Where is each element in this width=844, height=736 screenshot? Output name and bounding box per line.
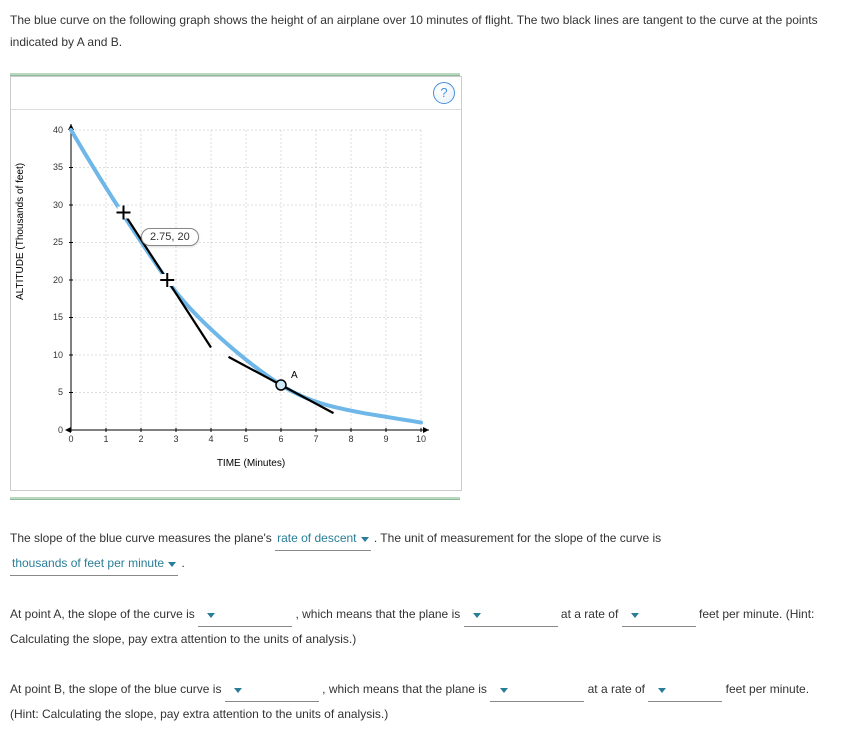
x-axis-arrow	[423, 427, 429, 433]
svg-text:6: 6	[278, 434, 283, 444]
svg-text:10: 10	[53, 350, 63, 360]
point-a-label: A	[291, 370, 298, 381]
q3-dropdown-3[interactable]	[648, 677, 722, 702]
svg-text:2: 2	[138, 434, 143, 444]
q2-dropdown-2[interactable]	[464, 602, 558, 627]
svg-text:5: 5	[243, 434, 248, 444]
svg-text:25: 25	[53, 237, 63, 247]
question-2: At point A, the slope of the curve is , …	[10, 602, 834, 651]
gridlines	[71, 130, 421, 430]
q2-dropdown-1[interactable]	[198, 602, 292, 627]
help-icon[interactable]: ?	[433, 82, 455, 104]
y-axis-label: ALTITUDE (Thousands of feet)	[15, 163, 26, 300]
svg-text:8: 8	[348, 434, 353, 444]
point-a-marker[interactable]	[276, 380, 286, 390]
graph-container: ?	[10, 76, 462, 491]
q3-mid2: at a rate of	[588, 682, 645, 696]
svg-text:3: 3	[173, 434, 178, 444]
svg-text:35: 35	[53, 162, 63, 172]
caret-icon	[658, 688, 666, 693]
svg-text:4: 4	[208, 434, 213, 444]
svg-text:0: 0	[68, 434, 73, 444]
hover-tooltip: 2.75, 20	[141, 228, 199, 246]
caret-icon	[500, 688, 508, 693]
q3-dropdown-2[interactable]	[490, 677, 584, 702]
caret-icon	[361, 537, 369, 542]
svg-text:9: 9	[383, 434, 388, 444]
graph-toolbar: ?	[11, 77, 461, 110]
y-ticks: 0 5 10 15 20 25 30 35 40	[53, 125, 63, 435]
q2-pre: At point A, the slope of the curve is	[10, 607, 195, 621]
q3-mid1: , which means that the plane is	[322, 682, 487, 696]
caret-icon	[631, 613, 639, 618]
q1-post: .	[181, 556, 184, 570]
question-1: The slope of the blue curve measures the…	[10, 526, 834, 576]
chart-svg[interactable]: 0 1 2 3 4 5 6 7 8 9 10 0 5 10 15 20 25 3…	[21, 120, 451, 460]
x-ticks: 0 1 2 3 4 5 6 7 8 9 10	[68, 434, 426, 444]
q1-mid: . The unit of measurement for the slope …	[374, 531, 661, 545]
svg-text:15: 15	[53, 312, 63, 322]
svg-text:40: 40	[53, 125, 63, 135]
svg-text:20: 20	[53, 275, 63, 285]
caret-icon	[473, 613, 481, 618]
cross-marker-lower[interactable]	[160, 273, 174, 287]
svg-text:5: 5	[58, 387, 63, 397]
origin-left-arrow	[65, 427, 71, 433]
bottom-divider	[10, 497, 460, 500]
q1-pre: The slope of the blue curve measures the…	[10, 531, 272, 545]
q3-dropdown-1[interactable]	[225, 677, 319, 702]
cross-marker-upper[interactable]	[117, 206, 131, 220]
caret-icon	[207, 613, 215, 618]
svg-text:30: 30	[53, 200, 63, 210]
caret-icon	[234, 688, 242, 693]
question-3: At point B, the slope of the blue curve …	[10, 677, 834, 726]
x-axis-label: TIME (Minutes)	[51, 458, 451, 469]
svg-text:10: 10	[416, 434, 426, 444]
problem-intro: The blue curve on the following graph sh…	[10, 10, 834, 53]
svg-text:1: 1	[103, 434, 108, 444]
q2-dropdown-3[interactable]	[622, 602, 696, 627]
q1-dropdown-1[interactable]: rate of descent	[275, 526, 370, 551]
svg-text:0: 0	[58, 425, 63, 435]
q1-dropdown-2[interactable]: thousands of feet per minute	[10, 551, 178, 576]
plot-area[interactable]: 0 1 2 3 4 5 6 7 8 9 10 0 5 10 15 20 25 3…	[21, 120, 451, 480]
q3-pre: At point B, the slope of the blue curve …	[10, 682, 221, 696]
q2-mid1: , which means that the plane is	[295, 607, 460, 621]
q2-mid2: at a rate of	[561, 607, 618, 621]
caret-icon	[168, 562, 176, 567]
svg-text:7: 7	[313, 434, 318, 444]
